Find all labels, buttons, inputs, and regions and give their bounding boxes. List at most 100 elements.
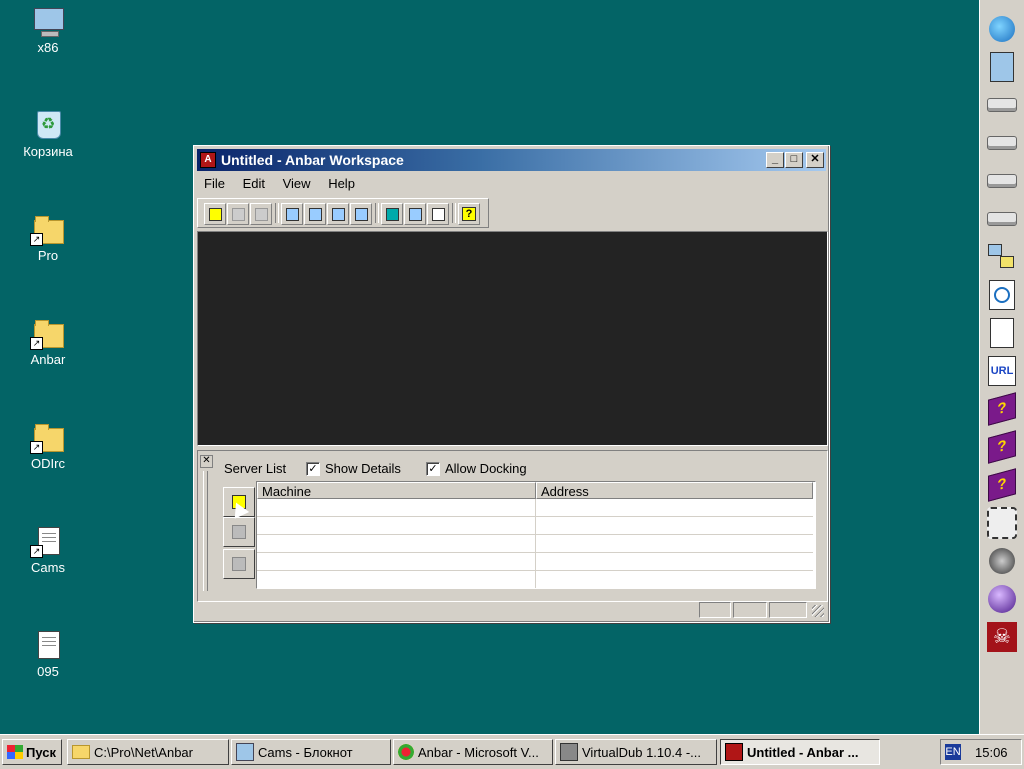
- help-button[interactable]: ?: [458, 203, 480, 225]
- text-file-icon[interactable]: [987, 318, 1017, 348]
- desktop-icon-odirc[interactable]: ↗ ODIrc: [12, 420, 84, 471]
- speaker-icon[interactable]: [987, 546, 1017, 576]
- menu-help[interactable]: Help: [321, 174, 362, 193]
- help-icon: ?: [461, 207, 477, 221]
- desktop-icon-label: Anbar: [30, 352, 66, 367]
- clock[interactable]: 15:06: [975, 745, 1008, 760]
- delete-server-button[interactable]: [223, 549, 255, 579]
- skull-icon[interactable]: ☠: [987, 622, 1017, 652]
- taskbar-item-visual-studio[interactable]: Anbar - Microsoft V...: [393, 739, 553, 765]
- cascade-icon: [308, 207, 322, 221]
- search-file-icon[interactable]: [987, 280, 1017, 310]
- system-tray: EN 15:06: [940, 739, 1022, 765]
- quick-launch-sidebar: URL ? ? ? ☠: [979, 0, 1024, 734]
- sphere-icon[interactable]: [987, 584, 1017, 614]
- text-file-shortcut-icon: ↗: [30, 524, 64, 558]
- arrange-button[interactable]: [350, 203, 372, 225]
- binder-icon[interactable]: [987, 52, 1017, 82]
- status-pane: [699, 602, 731, 618]
- taskbar-item-label: C:\Pro\Net\Anbar: [94, 744, 193, 760]
- edit-server-button[interactable]: [223, 517, 255, 547]
- desktop-icon-label: 095: [37, 664, 59, 679]
- virtualdub-icon: [560, 743, 578, 761]
- show-details-checkbox[interactable]: ✓: [306, 462, 320, 476]
- taskbar-item-label: Anbar - Microsoft V...: [418, 744, 539, 760]
- view-window-button[interactable]: [427, 203, 449, 225]
- help-book-icon[interactable]: ?: [987, 468, 1017, 502]
- desktop-icon-anbar[interactable]: ↗ Anbar: [12, 316, 84, 367]
- globe-icon[interactable]: [987, 14, 1017, 44]
- desktop-icon-label: x86: [37, 40, 59, 55]
- drive-icon[interactable]: [987, 90, 1017, 120]
- table-row[interactable]: [257, 553, 813, 571]
- close-button[interactable]: ✕: [806, 152, 824, 168]
- table-row[interactable]: [257, 499, 813, 517]
- gear-icon[interactable]: [987, 507, 1017, 539]
- menu-file[interactable]: File: [197, 174, 232, 193]
- language-indicator[interactable]: EN: [945, 744, 961, 760]
- computer-icon: [32, 4, 64, 37]
- server-table[interactable]: Machine Address: [256, 481, 816, 589]
- table-row[interactable]: [257, 571, 813, 588]
- desktop-icon-095[interactable]: 095: [12, 628, 84, 679]
- table-row[interactable]: [257, 535, 813, 553]
- title-bar[interactable]: A Untitled - Anbar Workspace _ □ ✕: [197, 149, 826, 171]
- maximize-button[interactable]: □: [785, 152, 803, 168]
- url-file-icon[interactable]: URL: [987, 356, 1017, 386]
- toolbar: ?: [197, 198, 489, 228]
- copy-button[interactable]: [281, 203, 303, 225]
- view-panel-button[interactable]: [404, 203, 426, 225]
- column-header-machine[interactable]: Machine: [257, 482, 536, 499]
- taskbar-item-folder[interactable]: C:\Pro\Net\Anbar: [67, 739, 229, 765]
- desktop-icon-x86[interactable]: x86: [12, 4, 84, 55]
- drive-icon[interactable]: [987, 204, 1017, 234]
- remove-button[interactable]: [250, 203, 272, 225]
- start-button[interactable]: Пуск: [2, 739, 62, 765]
- help-book-icon[interactable]: ?: [987, 430, 1017, 464]
- menu-edit[interactable]: Edit: [236, 174, 272, 193]
- column-header-address[interactable]: Address: [536, 482, 813, 499]
- folder-shortcut-icon: ↗: [30, 316, 64, 350]
- resize-grip[interactable]: [812, 605, 824, 617]
- allow-docking-label[interactable]: Allow Docking: [445, 461, 527, 476]
- taskbar-item-label: Untitled - Anbar ...: [747, 744, 859, 760]
- folder-shortcut-icon: ↗: [30, 212, 64, 246]
- workspace-area[interactable]: [197, 231, 828, 446]
- panel-close-icon[interactable]: ✕: [200, 455, 213, 468]
- notepad-icon: [236, 743, 254, 761]
- taskbar-item-label: Cams - Блокнот: [258, 744, 353, 760]
- minimize-button[interactable]: _: [766, 152, 784, 168]
- connect-button[interactable]: [204, 203, 226, 225]
- cascade-button[interactable]: [304, 203, 326, 225]
- drive-icon[interactable]: [987, 166, 1017, 196]
- window-title: Untitled - Anbar Workspace: [221, 152, 404, 168]
- taskbar-item-virtualdub[interactable]: VirtualDub 1.10.4 -...: [555, 739, 717, 765]
- desktop-icon-pro[interactable]: ↗ Pro: [12, 212, 84, 263]
- taskbar-item-notepad[interactable]: Cams - Блокнот: [231, 739, 391, 765]
- drive-icon[interactable]: [987, 128, 1017, 158]
- desktop-icon-recycle-bin[interactable]: Корзина: [12, 108, 84, 159]
- show-details-label[interactable]: Show Details: [325, 461, 401, 476]
- menu-bar: File Edit View Help: [197, 174, 826, 194]
- status-pane: [733, 602, 767, 618]
- delete-server-icon: [232, 557, 246, 571]
- tile-button[interactable]: [327, 203, 349, 225]
- desktop-icon-cams[interactable]: ↗ Cams: [12, 524, 84, 575]
- taskbar-item-label: VirtualDub 1.10.4 -...: [582, 744, 701, 760]
- disconnect-button[interactable]: [227, 203, 249, 225]
- network-icon[interactable]: [987, 242, 1017, 272]
- toolbar-separator: [452, 203, 456, 223]
- connect-icon: [208, 207, 222, 221]
- toolbar-separator: [275, 203, 279, 223]
- panel-grip[interactable]: [203, 471, 208, 591]
- window-icon: [431, 207, 445, 221]
- taskbar-item-anbar-workspace[interactable]: Untitled - Anbar ...: [720, 739, 880, 765]
- anbar-app-icon: [725, 743, 743, 761]
- server-list-label: Server List: [224, 461, 287, 476]
- allow-docking-checkbox[interactable]: ✓: [426, 462, 440, 476]
- table-row[interactable]: [257, 517, 813, 535]
- view-screen-button[interactable]: [381, 203, 403, 225]
- help-book-icon[interactable]: ?: [987, 392, 1017, 426]
- text-file-icon: [32, 628, 64, 660]
- menu-view[interactable]: View: [276, 174, 318, 193]
